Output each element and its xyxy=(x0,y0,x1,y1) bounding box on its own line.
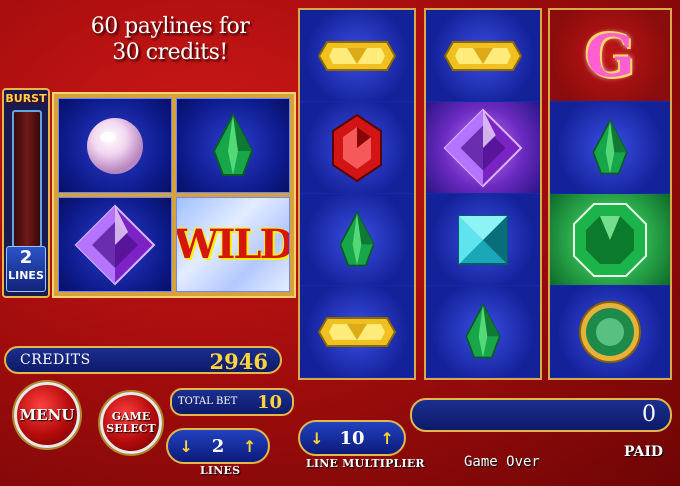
reel-2-cell-1 xyxy=(426,10,540,102)
reel-3-cell-3 xyxy=(550,194,670,286)
aquamarine-square-icon xyxy=(458,214,508,265)
reel-1-cell-3 xyxy=(300,194,414,286)
emerald-teardrop-icon xyxy=(465,302,501,358)
reel-3-cell-4 xyxy=(550,286,670,378)
credits-display: CREDITS 2946 xyxy=(4,346,282,374)
menu-button[interactable]: MENU xyxy=(14,382,80,448)
total-bet-value: 10 xyxy=(256,392,282,413)
burst-label: BURST xyxy=(5,92,47,105)
reel-2-cell-2 xyxy=(426,102,540,194)
promo-line-2: 30 credits! xyxy=(112,40,228,65)
burst-lines-box: 2 LINES xyxy=(6,246,46,292)
line-multiplier-label: LINE MULTIPLIER xyxy=(306,457,425,470)
reel-2-cell-4 xyxy=(426,286,540,378)
multiplier-increase-arrow-icon[interactable]: ↑ xyxy=(376,425,398,451)
reel-1-cell-1 xyxy=(300,10,414,102)
mini-cell-4: WILD xyxy=(176,197,290,292)
burst-meter: BURST 2 LINES xyxy=(2,88,50,298)
emerald-round-icon xyxy=(579,300,641,363)
credits-label: CREDITS xyxy=(20,352,91,368)
lines-decrease-arrow-icon[interactable]: ↓ xyxy=(175,433,197,459)
amethyst-diamond-icon xyxy=(443,108,523,187)
line-multiplier-stepper: ↓ 10 ↑ xyxy=(298,420,406,456)
g-letter-icon: G xyxy=(585,21,635,90)
reel-3: G xyxy=(548,8,672,380)
lines-value: 2 xyxy=(211,435,225,457)
lines-increase-arrow-icon[interactable]: ↑ xyxy=(239,433,261,459)
slot-machine-screen: 60 paylines for 30 credits! BURST 2 LINE… xyxy=(0,0,680,486)
emerald-octagon-icon xyxy=(573,202,647,277)
reel-2-cell-3 xyxy=(426,194,540,286)
mini-reels: WILD xyxy=(52,92,296,298)
promo-text: 60 paylines for 30 credits! xyxy=(60,14,280,66)
paid-display: 0 xyxy=(410,398,672,432)
reel-1-cell-2 xyxy=(300,102,414,194)
reel-1-cell-4 xyxy=(300,286,414,378)
wild-icon: WILD xyxy=(176,221,290,268)
lines-label: LINES xyxy=(200,464,241,477)
burst-tube xyxy=(12,110,42,248)
promo-line-1: 60 paylines for xyxy=(90,14,250,39)
credits-value: 2946 xyxy=(209,349,268,374)
paid-label: PAID xyxy=(624,444,664,460)
multiplier-decrease-arrow-icon[interactable]: ↓ xyxy=(306,425,328,451)
game-select-label-2: SELECT xyxy=(106,422,156,435)
mini-cell-2 xyxy=(176,98,290,193)
mini-cell-3 xyxy=(58,197,172,292)
reel-3-cell-1: G xyxy=(550,10,670,102)
ruby-icon xyxy=(332,113,382,182)
line-multiplier-value: 10 xyxy=(339,427,365,449)
paid-value: 0 xyxy=(642,402,656,427)
emerald-teardrop-icon xyxy=(212,112,254,176)
reel-1 xyxy=(298,8,416,380)
reel-2 xyxy=(424,8,542,380)
burst-lines-label: LINES xyxy=(8,269,44,282)
lines-stepper: ↓ 2 ↑ xyxy=(166,428,270,464)
emerald-teardrop-icon xyxy=(592,118,628,174)
amethyst-diamond-icon xyxy=(74,204,156,285)
pearl-icon xyxy=(87,117,143,174)
burst-lines-value: 2 xyxy=(19,247,33,268)
mini-cell-1 xyxy=(58,98,172,193)
total-bet-display: TOTAL BET 10 xyxy=(170,388,294,416)
game-status: Game Over xyxy=(464,454,540,470)
reel-3-cell-2 xyxy=(550,102,670,194)
total-bet-label: TOTAL BET xyxy=(178,396,238,407)
gold-bar-icon xyxy=(317,316,397,347)
emerald-teardrop-icon xyxy=(339,210,375,266)
gold-bar-icon xyxy=(443,40,523,71)
game-select-button[interactable]: GAME SELECT xyxy=(100,392,162,454)
gold-bar-icon xyxy=(317,40,397,71)
